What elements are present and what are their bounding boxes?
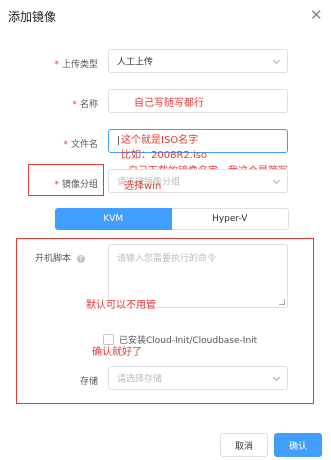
chevron-down-icon <box>272 373 281 382</box>
storage-label: 存储 <box>79 377 98 387</box>
upload-type-select[interactable]: 人工上传 <box>108 49 288 73</box>
filename-label: * 文件名 <box>63 140 98 150</box>
dialog-title: 添加镜像 <box>8 10 57 24</box>
filename-annotation-2: 比如：2008R2.iso <box>121 150 208 161</box>
cancel-button[interactable]: 取消 <box>220 433 268 457</box>
group-label: * 镜像分组 <box>54 180 98 190</box>
chevron-down-icon <box>272 56 281 65</box>
name-label: * 名称 <box>72 100 98 110</box>
upload-type-value: 人工上传 <box>117 57 154 68</box>
hyperv-option[interactable]: Hyper-V <box>171 208 289 230</box>
group-annotation: 选择win <box>124 181 162 192</box>
script-annotation: 默认可以不用管 <box>86 300 156 311</box>
resize-handle[interactable] <box>279 299 285 305</box>
help-icon[interactable]: ? <box>76 255 85 263</box>
chevron-down-icon <box>272 176 281 185</box>
virtualization-toggle: KVM Hyper-V <box>55 208 289 230</box>
name-annotation: 自己写随写都行 <box>134 98 204 109</box>
upload-type-label: * 上传类型 <box>54 60 98 70</box>
boot-script-label: 开机脚本 ? <box>35 251 85 264</box>
close-icon[interactable]: ✕ <box>310 6 323 24</box>
storage-placeholder: 请选择存储 <box>117 374 163 385</box>
confirm-annotation: 确认就好了 <box>92 347 142 358</box>
filename-annotation-1: 这个就是ISO名字 <box>121 135 199 146</box>
confirm-button[interactable]: 确认 <box>274 433 322 457</box>
boot-script-placeholder: 请输入您需要执行的命令 <box>117 254 217 264</box>
filename-value: | <box>117 136 121 146</box>
storage-select[interactable]: 请选择存储 <box>108 366 288 390</box>
kvm-option[interactable]: KVM <box>55 208 172 230</box>
